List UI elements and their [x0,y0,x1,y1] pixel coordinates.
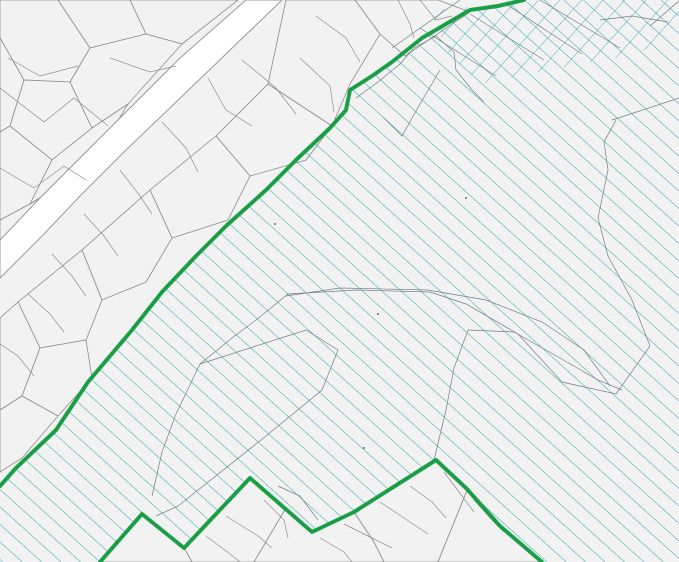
map-canvas[interactable] [0,0,679,562]
map-view[interactable] [0,0,679,562]
